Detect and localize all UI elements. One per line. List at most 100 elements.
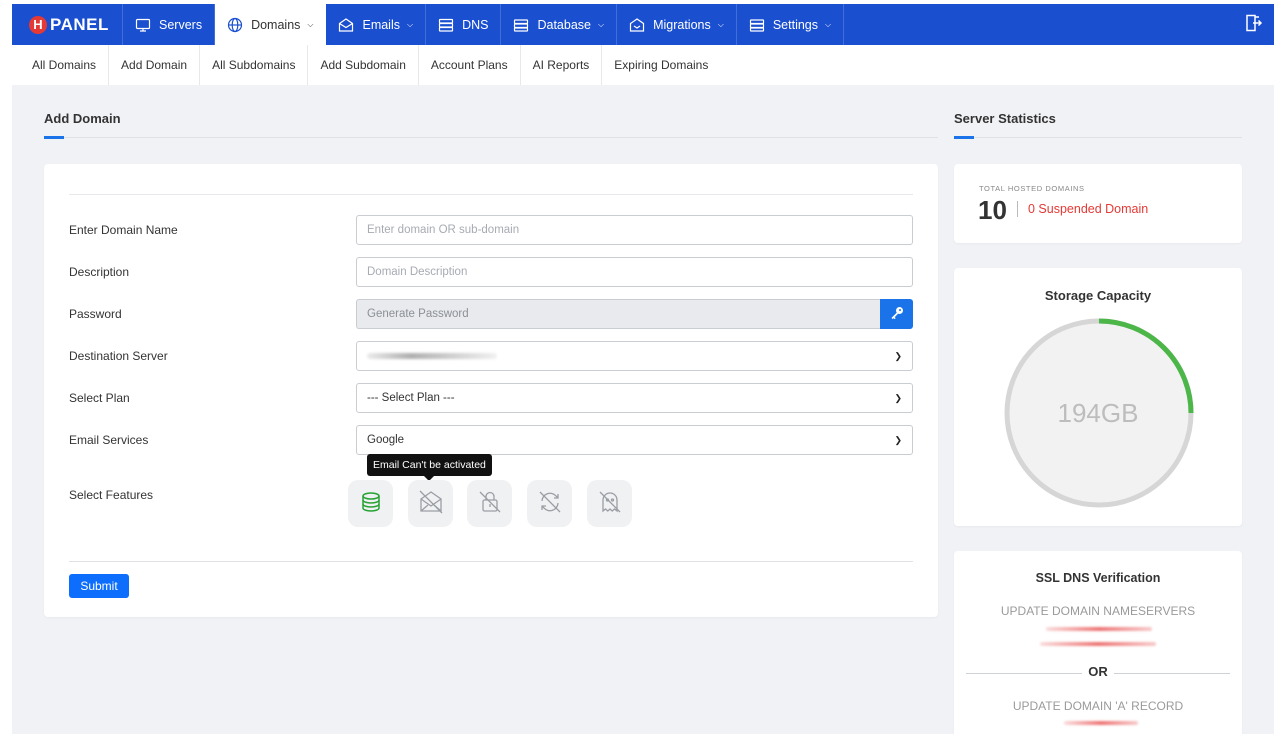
description-input[interactable] — [356, 257, 913, 287]
domain-name-input[interactable] — [356, 215, 913, 245]
subnav-add-domain[interactable]: Add Domain — [109, 45, 201, 85]
subnav-all-subdomains[interactable]: All Subdomains — [200, 45, 309, 85]
top-navbar: H PANEL Servers Domains ⌵ Emails ⌵ DNS D… — [12, 4, 1274, 45]
nav-domains[interactable]: Domains ⌵ — [215, 4, 327, 45]
server-stats-divider — [954, 137, 1242, 138]
password-input[interactable] — [356, 299, 880, 329]
form-top-divider — [69, 194, 913, 195]
or-label: OR — [1082, 664, 1114, 679]
brand-logo[interactable]: H PANEL — [12, 4, 122, 45]
subnav-account-plans[interactable]: Account Plans — [419, 45, 521, 85]
password-row: Password — [69, 299, 913, 329]
monitor-icon — [135, 17, 151, 33]
email-tooltip: Email Can't be activated — [367, 454, 492, 481]
nav-database-label: Database — [537, 17, 591, 32]
nav-database[interactable]: Database ⌵ — [501, 4, 618, 45]
subnav-ai-reports[interactable]: AI Reports — [521, 45, 603, 85]
description-label: Description — [69, 265, 130, 279]
redacted-nameserver-2 — [1040, 642, 1156, 646]
domain-name-label: Enter Domain Name — [69, 223, 178, 237]
chevron-down-icon: ❯ — [894, 434, 902, 445]
select-features-label: Select Features — [69, 488, 154, 502]
storage-capacity-card: Storage Capacity 194GB — [954, 268, 1242, 526]
envelope-icon — [338, 17, 354, 33]
description-row: Description — [69, 257, 913, 287]
email-services-row: Email Services Google ❯ — [69, 425, 913, 455]
nav-settings[interactable]: Settings ⌵ — [737, 4, 845, 45]
sync-disabled-icon — [537, 489, 563, 518]
logout-button[interactable] — [1232, 4, 1274, 45]
total-hosted-value: 10 — [978, 195, 1007, 225]
select-plan-select[interactable]: --- Select Plan --- ❯ — [356, 383, 913, 413]
subnav-expiring-domains[interactable]: Expiring Domains — [602, 45, 720, 85]
storage-title: Storage Capacity — [1044, 288, 1152, 303]
database-icon — [360, 491, 382, 516]
ssl-nameservers-label: UPDATE DOMAIN NAMESERVERS — [1000, 604, 1196, 618]
storage-value: 194GB — [1057, 398, 1139, 428]
database-icon — [513, 17, 529, 33]
destination-server-row: Destination Server ❯ — [69, 341, 913, 371]
generate-password-button[interactable] — [880, 299, 913, 329]
email-services-label: Email Services — [69, 433, 149, 447]
nav-servers[interactable]: Servers — [122, 4, 216, 45]
add-domain-accent — [44, 136, 64, 139]
password-label: Password — [69, 307, 122, 321]
chevron-down-icon: ⌵ — [407, 19, 414, 29]
destination-server-select[interactable]: ❯ — [356, 341, 913, 371]
nav-migrations[interactable]: Migrations ⌵ — [617, 4, 737, 45]
subnav-add-subdomain[interactable]: Add Subdomain — [308, 45, 419, 85]
redacted-a-record — [1064, 721, 1138, 725]
add-domain-title: Add Domain — [44, 111, 121, 126]
chevron-down-icon: ❯ — [894, 350, 902, 361]
ghost-disabled-icon — [597, 489, 623, 518]
chevron-down-icon: ❯ — [894, 392, 902, 403]
password-group — [356, 299, 913, 329]
total-hosted-label: TOTAL HOSTED DOMAINS — [979, 184, 1085, 193]
email-services-value: Google — [367, 434, 405, 446]
nav-servers-label: Servers — [159, 17, 203, 32]
hosted-domains-card: TOTAL HOSTED DOMAINS 10 0 Suspended Doma… — [954, 164, 1242, 243]
server-stack-icon — [438, 17, 454, 33]
select-plan-value: --- Select Plan --- — [367, 392, 455, 404]
stat-separator — [1017, 201, 1018, 217]
chevron-down-icon: ⌵ — [598, 19, 605, 29]
feature-ghost-toggle[interactable] — [587, 480, 632, 527]
chevron-down-icon: ⌵ — [307, 19, 314, 29]
ssl-a-record-label: UPDATE DOMAIN 'A' RECORD — [1012, 699, 1184, 713]
destination-server-label: Destination Server — [69, 349, 168, 363]
logout-icon — [1243, 13, 1263, 36]
submit-button[interactable]: Submit — [69, 574, 129, 598]
server-stats-accent — [954, 136, 974, 139]
form-bottom-divider — [69, 561, 913, 562]
key-icon — [890, 306, 904, 323]
nav-domains-label: Domains — [251, 17, 301, 32]
domain-name-row: Enter Domain Name — [69, 215, 913, 245]
nav-emails[interactable]: Emails ⌵ — [326, 4, 427, 45]
subnav-all-domains[interactable]: All Domains — [12, 45, 110, 85]
mail-disabled-icon — [418, 489, 444, 518]
redacted-nameserver-1 — [1046, 627, 1152, 631]
brand-name: PANEL — [50, 14, 109, 34]
lock-disabled-icon — [477, 489, 503, 518]
nav-dns-label: DNS — [462, 17, 489, 32]
feature-database-toggle[interactable] — [348, 480, 393, 527]
suspended-domains-link[interactable]: 0 Suspended Domain — [1028, 202, 1148, 216]
nav-settings-label: Settings — [772, 17, 818, 32]
feature-sync-toggle[interactable] — [527, 480, 572, 527]
chevron-down-icon: ⌵ — [717, 19, 724, 29]
feature-ssl-toggle[interactable] — [467, 480, 512, 527]
server-stats-title: Server Statistics — [954, 111, 1056, 126]
add-domain-card: Enter Domain Name Description Password D… — [44, 164, 938, 617]
nav-emails-label: Emails — [362, 17, 400, 32]
brand-badge: H — [29, 15, 47, 34]
domains-subnav: All Domains Add Domain All Subdomains Ad… — [12, 45, 1274, 85]
feature-email-toggle[interactable] — [408, 480, 453, 527]
migration-icon — [629, 17, 645, 33]
chevron-down-icon: ⌵ — [825, 19, 832, 29]
select-plan-label: Select Plan — [69, 391, 130, 405]
email-services-select[interactable]: Google ❯ — [356, 425, 913, 455]
select-plan-row: Select Plan --- Select Plan --- ❯ — [69, 383, 913, 413]
nav-dns[interactable]: DNS — [426, 4, 502, 45]
add-domain-divider — [44, 137, 938, 138]
